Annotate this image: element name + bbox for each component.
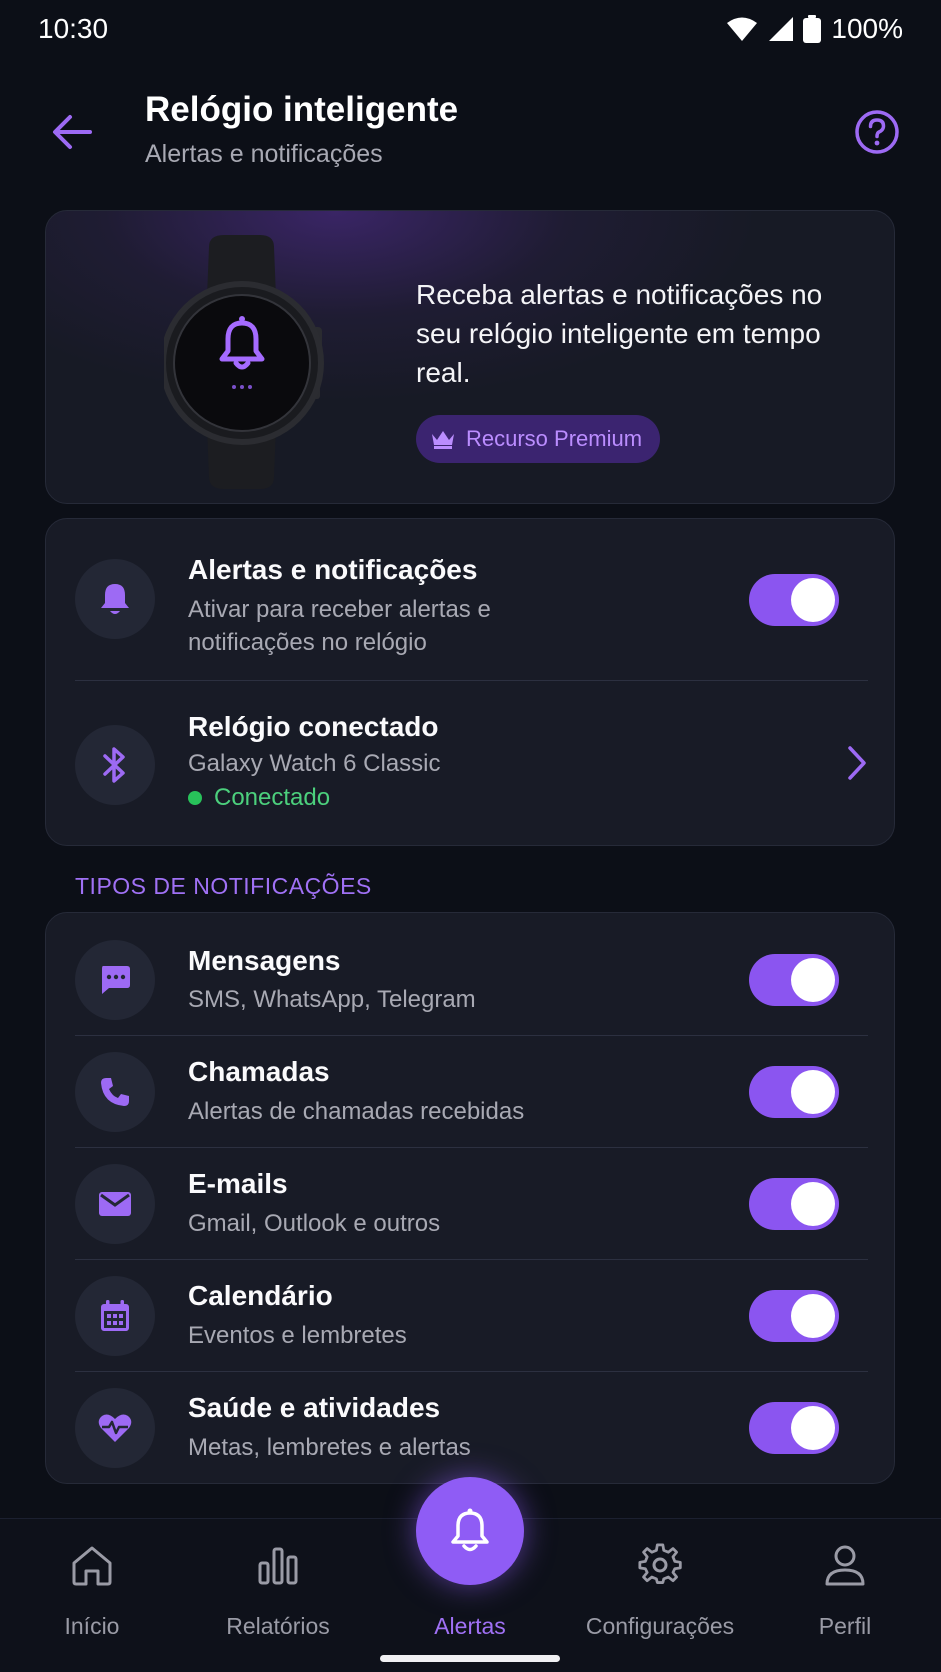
calls-toggle[interactable] [749, 1066, 839, 1118]
home-indicator [380, 1655, 560, 1662]
bluetooth-icon [103, 747, 125, 783]
emails-toggle[interactable] [749, 1178, 839, 1230]
crown-icon [432, 431, 454, 449]
bell-icon [451, 1508, 489, 1552]
notification-type-title: Calendário [188, 1280, 333, 1311]
notification-types-card: Mensagens SMS, WhatsApp, Telegram Chamad… [45, 912, 895, 1484]
notification-type-title: Saúde e atividades [188, 1392, 441, 1423]
bluetooth-icon-badge [75, 725, 155, 805]
hero-description: Receba alertas e notificações no seu rel… [416, 279, 823, 388]
notification-type-row[interactable]: E-mails Gmail, Outlook e outros [46, 1148, 896, 1260]
alerts-toggle-row[interactable]: Alertas e notificações Ativar para receb… [46, 519, 896, 680]
alerts-icon-badge [75, 559, 155, 639]
help-button[interactable] [853, 108, 901, 156]
help-icon [855, 110, 899, 154]
connection-status: Conectado [188, 784, 330, 812]
icon-badge [75, 940, 155, 1020]
page-subtitle: Alertas e notificações [145, 140, 383, 168]
toggle-knob [791, 1294, 835, 1338]
nav-item-reports[interactable]: Relatórios [188, 1519, 368, 1639]
arrow-left-icon [53, 115, 92, 149]
calendar-icon [101, 1300, 129, 1331]
person-icon [825, 1545, 865, 1586]
bell-icon [101, 584, 129, 614]
notification-type-row[interactable]: Chamadas Alertas de chamadas recebidas [46, 1036, 896, 1148]
notification-type-row[interactable]: Calendário Eventos e lembretes [46, 1260, 896, 1372]
premium-badge[interactable]: Recurso Premium [416, 415, 661, 463]
toggle-knob [791, 958, 835, 1002]
notification-type-title: Mensagens [188, 945, 341, 976]
watch-device-name: Galaxy Watch 6 Classic [188, 750, 441, 777]
notification-type-subtitle: Metas, lembretes e alertas [188, 1434, 471, 1461]
back-button[interactable] [48, 108, 96, 156]
status-dot [188, 791, 202, 805]
nav-label: Configurações [585, 1613, 735, 1639]
home-icon [72, 1546, 112, 1586]
wifi-icon [727, 17, 758, 41]
alerts-title: Alertas e notificações [188, 554, 478, 585]
notification-type-row[interactable]: Saúde e atividades Metas, lembretes e al… [46, 1372, 896, 1484]
nav-item-settings[interactable]: Configurações [570, 1519, 750, 1639]
nav-label: Perfil [818, 1613, 872, 1639]
toggle-knob [791, 578, 835, 622]
notification-type-subtitle: SMS, WhatsApp, Telegram [188, 986, 476, 1013]
mail-icon [99, 1192, 131, 1216]
gear-icon [638, 1543, 682, 1584]
notification-type-subtitle: Alertas de chamadas recebidas [188, 1098, 525, 1125]
nav-label: Início [64, 1613, 120, 1639]
premium-label: Recurso Premium [466, 426, 643, 451]
heart-pulse-icon [98, 1414, 132, 1442]
signal-icon [769, 17, 794, 41]
notification-type-title: E-mails [188, 1168, 288, 1199]
alerts-subtitle: Ativar para receber alertas e notificaçõ… [188, 596, 491, 656]
toggle-knob [791, 1406, 835, 1450]
notification-type-subtitle: Gmail, Outlook e outros [188, 1210, 441, 1237]
icon-badge [75, 1052, 155, 1132]
connected-watch-row[interactable]: Relógio conectado Galaxy Watch 6 Classic… [46, 681, 896, 847]
app-header: Relógio inteligente Alertas e notificaçõ… [0, 80, 941, 180]
hero-card: Receba alertas e notificações no seu rel… [45, 210, 895, 504]
nav-item-home[interactable]: Início [2, 1519, 182, 1639]
battery-icon [803, 15, 822, 43]
nav-item-profile[interactable]: Perfil [755, 1519, 935, 1639]
icon-badge [75, 1388, 155, 1468]
status-bar: 10:30 100% [0, 0, 941, 58]
icon-badge [75, 1276, 155, 1356]
connection-status-label: Conectado [214, 784, 331, 811]
toggle-knob [791, 1070, 835, 1114]
calendar-toggle[interactable] [749, 1290, 839, 1342]
health-toggle[interactable] [749, 1402, 839, 1454]
battery-percent: 100% [831, 13, 903, 44]
settings-card: Alertas e notificações Ativar para receb… [45, 518, 895, 846]
status-time: 10:30 [38, 13, 109, 44]
watch-title: Relógio conectado [188, 711, 439, 742]
messages-toggle[interactable] [749, 954, 839, 1006]
status-icons: 100% [727, 13, 903, 45]
alerts-fab-button[interactable] [416, 1477, 524, 1585]
nav-label: Relatórios [226, 1613, 330, 1639]
notification-type-title: Chamadas [188, 1056, 330, 1087]
alerts-toggle[interactable] [749, 574, 839, 626]
bar-chart-icon [258, 1547, 298, 1585]
message-icon [102, 966, 130, 994]
nav-label: Alertas [434, 1613, 506, 1639]
notification-type-row[interactable]: Mensagens SMS, WhatsApp, Telegram [46, 913, 896, 1025]
toggle-knob [791, 1182, 835, 1226]
section-label-notification-types: TIPOS DE NOTIFICAÇÕES [75, 873, 372, 899]
icon-badge [75, 1164, 155, 1244]
phone-icon [101, 1078, 129, 1106]
chevron-right-icon[interactable] [846, 745, 868, 781]
smartwatch-illustration [164, 235, 324, 489]
page-title: Relógio inteligente [145, 90, 459, 129]
notification-type-subtitle: Eventos e lembretes [188, 1322, 407, 1349]
